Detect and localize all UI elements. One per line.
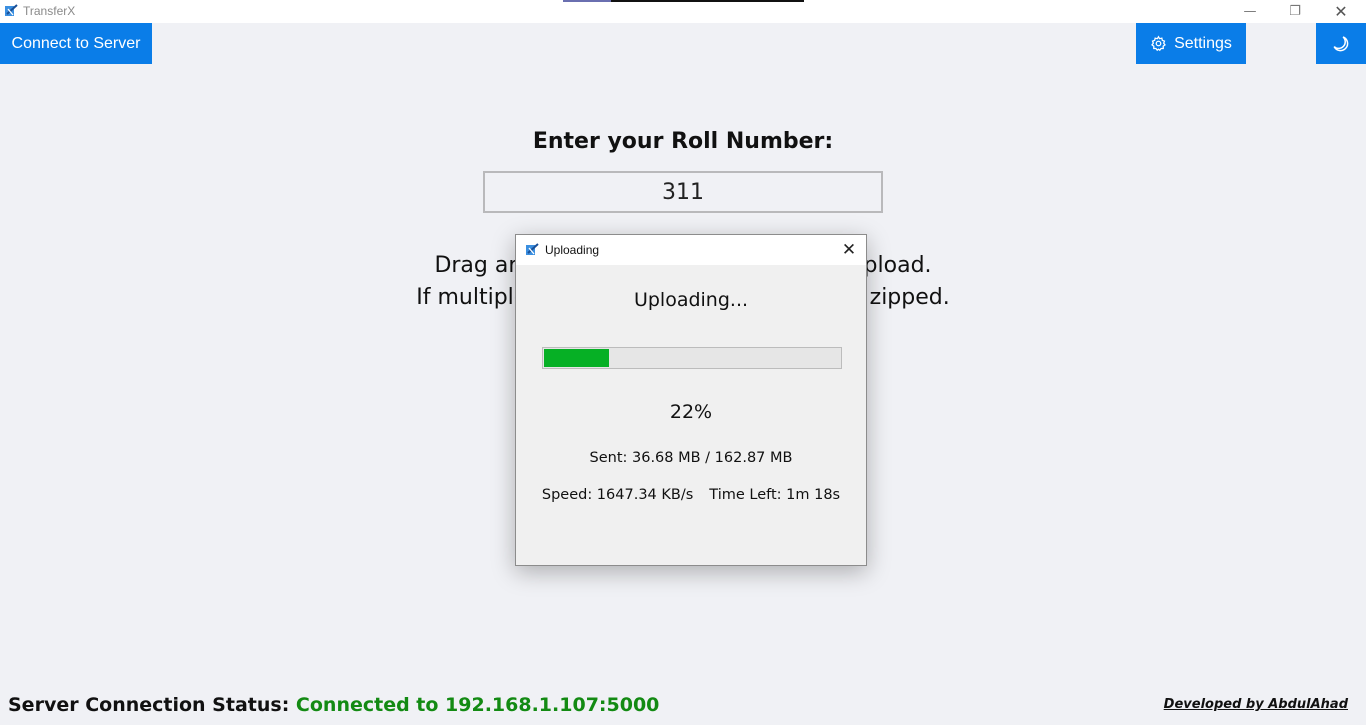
upload-dialog: Uploading ✕ Uploading... 22% Sent: 36.68… (515, 234, 867, 566)
titlebar-accent (563, 0, 804, 2)
theme-toggle-button[interactable] (1316, 23, 1366, 64)
settings-button[interactable]: Settings (1136, 23, 1246, 64)
moon-icon (1333, 35, 1349, 51)
close-window-button[interactable]: ✕ (1318, 0, 1364, 23)
status-value: Connected to 192.168.1.107:5000 (295, 694, 660, 716)
connect-button-label: Connect to Server (11, 34, 141, 52)
upload-percent: 22% (669, 401, 713, 423)
roll-number-heading: Enter your Roll Number: (532, 129, 834, 154)
app-logo-icon (526, 243, 539, 255)
window-titlebar: TransferX — ❐ ✕ (0, 0, 1366, 23)
upload-sent-amount: Sent: 36.68 MB / 162.87 MB (589, 450, 793, 466)
status-label: Server Connection Status: (8, 694, 290, 716)
settings-button-label: Settings (1174, 34, 1232, 52)
window-title: TransferX (23, 4, 76, 18)
connect-to-server-button[interactable]: Connect to Server (0, 23, 152, 64)
upload-progress-fill (544, 349, 609, 367)
upload-speed: Speed: 1647.34 KB/s (541, 487, 694, 503)
upload-time-left: Time Left: 1m 18s (709, 487, 841, 503)
roll-number-input[interactable] (483, 171, 883, 213)
gear-icon (1151, 35, 1167, 52)
dialog-close-button[interactable]: ✕ (838, 239, 860, 261)
app-logo-icon (5, 4, 18, 16)
upload-status-heading: Uploading... (633, 289, 749, 311)
maximize-button[interactable]: ❐ (1272, 0, 1318, 23)
minimize-button[interactable]: — (1227, 0, 1273, 23)
upload-dialog-title: Uploading (545, 243, 600, 257)
server-connection-status: Server Connection Status: Connected to 1… (8, 694, 659, 716)
upload-speed-row: Speed: 1647.34 KB/s Time Left: 1m 18s (516, 487, 866, 503)
developer-credit: Developed by AbdulAhad (1163, 697, 1348, 712)
upload-dialog-titlebar: Uploading ✕ (516, 235, 866, 265)
upload-progress-bar (542, 347, 842, 369)
